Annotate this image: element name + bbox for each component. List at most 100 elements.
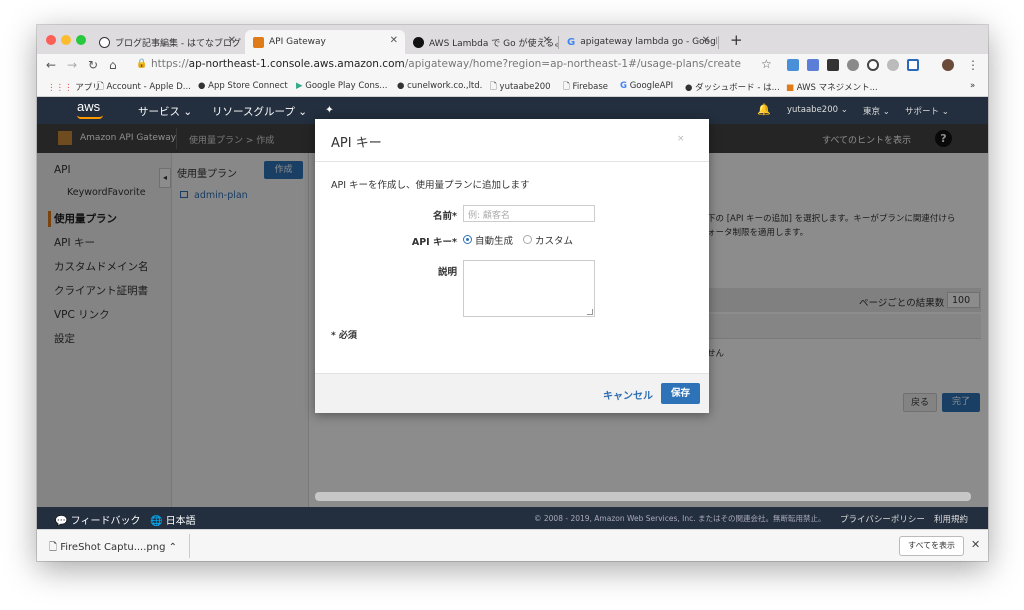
close-download-bar-icon[interactable]: ✕ <box>971 538 980 551</box>
auto-generate-label[interactable]: 自動生成 <box>475 233 513 247</box>
google-icon: G <box>620 81 627 91</box>
tab-strip: ブログ記事編集 - はてなブログ ✕ API Gateway ✕ AWS Lam… <box>37 25 988 54</box>
bookmark-dashboard[interactable]: ● ダッシュボード - は... <box>685 81 780 93</box>
language-selector[interactable]: 🌐 日本語 <box>150 512 196 527</box>
download-bar: 🗋 FireShot Captu....png ⌃ すべてを表示 ✕ <box>37 529 988 561</box>
notification-bell-icon[interactable]: 🔔 <box>757 103 771 116</box>
home-icon[interactable]: ⌂ <box>109 58 117 72</box>
new-tab-button[interactable]: + <box>730 33 743 48</box>
description-label: 説明 <box>437 267 457 278</box>
api-key-dialog: API キー × API キーを作成し、使用量プランに追加します 名前* 例: … <box>315 119 709 413</box>
show-all-downloads-button[interactable]: すべてを表示 <box>899 536 964 556</box>
hatena-icon <box>99 36 110 48</box>
tab-google-search[interactable]: G apigateway lambda go - Googl ✕ <box>559 30 717 54</box>
url-scheme: https:// <box>151 58 189 70</box>
dialog-header: API キー × <box>315 119 709 162</box>
back-arrow-icon[interactable]: ← <box>46 58 56 72</box>
aws-logo-smile <box>77 115 103 119</box>
close-window-button[interactable] <box>46 35 56 45</box>
browser-window: ブログ記事編集 - はてなブログ ✕ API Gateway ✕ AWS Lam… <box>37 25 988 561</box>
maximize-window-button[interactable] <box>76 35 86 45</box>
pin-icon[interactable]: ✦ <box>325 104 334 116</box>
profile-avatar[interactable] <box>942 59 954 71</box>
browser-menu-icon[interactable]: ⋮ <box>967 58 979 72</box>
dialog-description: API キーを作成し、使用量プランに追加します <box>331 180 530 191</box>
resize-grip-icon[interactable] <box>587 309 593 315</box>
extension-icon[interactable] <box>867 59 879 71</box>
more-bookmarks-icon[interactable]: » <box>970 81 975 91</box>
address-bar-row: ← → ↻ ⌂ 🔒 https://ap-northeast-1.console… <box>37 54 988 77</box>
extension-icon[interactable] <box>807 59 819 71</box>
dialog-footer: キャンセル 保存 <box>315 373 709 413</box>
region-menu[interactable]: 東京 ⌄ <box>863 105 890 117</box>
save-button[interactable]: 保存 <box>661 383 700 404</box>
hatena-icon: ● <box>685 83 693 93</box>
extension-icon[interactable] <box>787 59 799 71</box>
bookmark-firebase[interactable]: 🗋 Firebase <box>563 81 608 95</box>
name-input[interactable]: 例: 顧客名 <box>463 205 595 222</box>
extension-icon[interactable] <box>907 59 919 71</box>
description-textarea[interactable] <box>463 260 595 317</box>
aws-logo[interactable]: aws <box>77 99 100 114</box>
close-tab-icon[interactable]: ✕ <box>702 35 710 46</box>
url-host: ap-northeast-1.console.aws.amazon.com <box>188 58 405 70</box>
github-icon: ● <box>397 81 405 91</box>
download-item[interactable]: 🗋 FireShot Captu....png ⌃ <box>49 540 177 557</box>
file-icon: 🗋 <box>49 542 58 553</box>
close-tab-icon[interactable]: ✕ <box>390 35 398 46</box>
bookmark-apps[interactable]: ⋮⋮⋮ アプリ <box>47 81 101 93</box>
url-path: /apigateway/home?region=ap-northeast-1#/… <box>404 58 741 70</box>
tab-label: AWS Lambda で Go が使えるよ <box>429 38 558 49</box>
lock-icon: 🔒 <box>136 59 148 69</box>
aws-box-icon <box>253 36 264 48</box>
site-icon <box>413 36 424 48</box>
resource-groups-menu[interactable]: リソースグループ ⌄ <box>212 104 307 119</box>
reload-icon[interactable]: ↻ <box>88 58 98 72</box>
tab-api-gateway[interactable]: API Gateway ✕ <box>245 30 405 54</box>
chevron-up-icon[interactable]: ⌃ <box>169 542 177 553</box>
bookmark-aws-console[interactable]: ■ AWS マネジメント... <box>786 81 878 93</box>
copyright-text: © 2008 - 2019, Amazon Web Services, Inc.… <box>534 514 826 523</box>
horizontal-scrollbar[interactable] <box>315 492 971 501</box>
dialog-title: API キー <box>331 136 382 151</box>
privacy-policy-link[interactable]: プライバシーポリシー <box>840 513 925 525</box>
apple-icon: ● <box>198 81 206 91</box>
tab-label: ブログ記事編集 - はてなブログ <box>115 38 241 49</box>
account-menu[interactable]: yutaabe200 ⌄ <box>787 105 848 115</box>
support-menu[interactable]: サポート ⌄ <box>905 105 949 117</box>
custom-radio[interactable] <box>523 235 532 244</box>
feedback-link[interactable]: 💬 フィードバック <box>55 512 140 527</box>
bookmark-yutaabe200[interactable]: 🗋 yutaabe200 <box>490 81 551 95</box>
bookmark-app-store-connect[interactable]: ● App Store Connect <box>198 81 288 91</box>
terms-link[interactable]: 利用規約 <box>934 513 968 525</box>
tab-aws-lambda-go[interactable]: AWS Lambda で Go が使えるよ ✕ <box>405 30 558 54</box>
dialog-close-icon[interactable]: × <box>677 134 685 144</box>
divider <box>189 534 190 558</box>
globe-icon: 🌐 <box>150 516 163 527</box>
bookmark-cunelwork[interactable]: ● cunelwork.co.,ltd. <box>397 81 482 91</box>
url-field[interactable]: https://ap-northeast-1.console.aws.amazo… <box>151 58 741 70</box>
close-tab-icon[interactable]: ✕ <box>228 35 236 46</box>
name-label: 名前* <box>433 211 457 222</box>
bookmark-google-play[interactable]: ▶ Google Play Cons... <box>296 81 387 91</box>
extension-icon[interactable] <box>847 59 859 71</box>
required-note: * 必須 <box>331 331 357 341</box>
aws-footer: 💬 フィードバック 🌐 日本語 © 2008 - 2019, Amazon We… <box>37 507 988 529</box>
auto-generate-radio[interactable] <box>463 235 472 244</box>
bookmark-apple-account[interactable]: 🗋 Account - Apple D... <box>97 81 191 95</box>
extension-icon[interactable] <box>887 59 899 71</box>
bookmark-googleapi[interactable]: G GoogleAPI <box>620 81 673 91</box>
tab-divider <box>718 36 719 49</box>
services-menu[interactable]: サービス ⌄ <box>138 104 192 119</box>
close-tab-icon[interactable]: ✕ <box>543 35 551 46</box>
forward-arrow-icon[interactable]: → <box>67 58 77 72</box>
custom-label[interactable]: カスタム <box>535 233 573 247</box>
tab-hatena-blog[interactable]: ブログ記事編集 - はてなブログ ✕ <box>91 30 243 54</box>
chat-bubble-icon: 💬 <box>55 516 68 527</box>
minimize-window-button[interactable] <box>61 35 71 45</box>
cancel-button[interactable]: キャンセル <box>603 387 653 402</box>
extension-off-icon[interactable] <box>827 59 839 71</box>
play-icon: ▶ <box>296 81 303 91</box>
bookmark-star-icon[interactable]: ☆ <box>761 57 772 71</box>
api-key-label: API キー* <box>411 237 457 248</box>
